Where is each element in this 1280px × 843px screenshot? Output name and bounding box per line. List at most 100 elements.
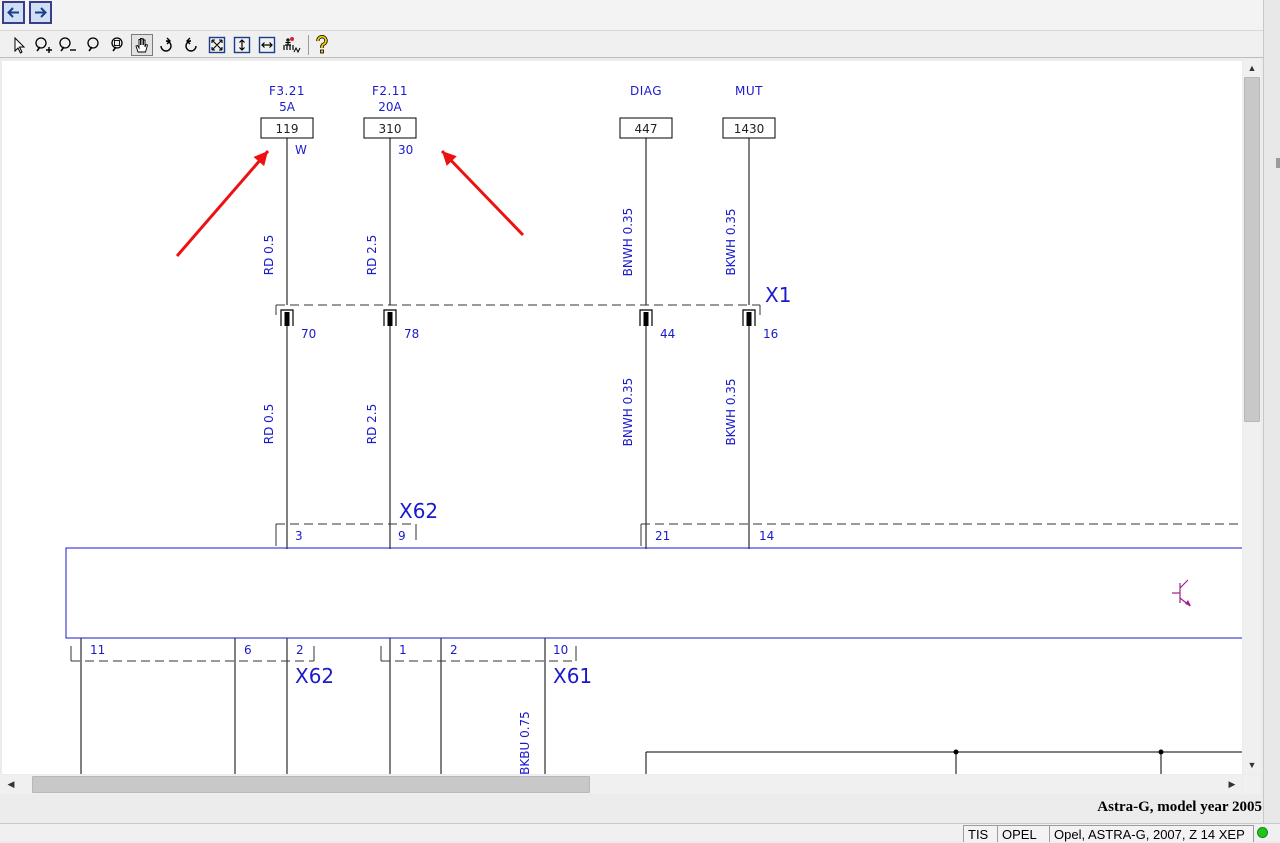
pan-tool-button[interactable]: [131, 34, 153, 56]
pin-number-label: 70: [301, 327, 316, 341]
wire-color-label: BNWH 0.35: [621, 378, 635, 447]
connector-pin: [643, 312, 649, 326]
rotate-right-icon: [181, 35, 201, 55]
wiring-diagram[interactable]: F3.21 5A 119 W F2.11 20A 310 30 DIAG 447 MUT 1430 RD…: [2, 61, 1242, 774]
scroll-left-button[interactable]: ◀: [2, 775, 20, 793]
diagram-viewport: F3.21 5A 119 W F2.11 20A 310 30 DIAG 447 MUT 1430 RD…: [0, 59, 1280, 775]
rotate-left-button[interactable]: [155, 34, 177, 56]
horizontal-scrollbar[interactable]: ◀ ▶: [0, 775, 1242, 794]
back-button[interactable]: [2, 1, 25, 24]
connector-x61-label: X61: [553, 664, 592, 688]
fit-page-icon: [208, 36, 226, 54]
scroll-up-button[interactable]: ▲: [1243, 59, 1261, 77]
status-brand: OPEL: [997, 825, 1050, 842]
triangle-left-icon: ◀: [7, 778, 15, 789]
hand-icon: [133, 36, 151, 54]
magnifier-icon: [83, 35, 103, 55]
fuse-name-label: MUT: [735, 84, 763, 98]
wire-color-label: RD 2.5: [365, 404, 379, 444]
pin-number-label: 44: [660, 327, 675, 341]
horizontal-scroll-thumb[interactable]: [32, 776, 590, 793]
fuse-rating-label: 5A: [279, 100, 296, 114]
control-unit-box: [65, 547, 1242, 639]
fit-width-button[interactable]: [256, 34, 278, 56]
zoom-in-button[interactable]: [32, 34, 54, 56]
toolbar: [0, 30, 1264, 58]
side-panel-edge: [1263, 0, 1280, 841]
zoom-in-icon: [33, 35, 53, 55]
pin-number-label: 21: [655, 529, 670, 543]
scroll-right-button[interactable]: ▶: [1223, 775, 1241, 793]
pin-number-label: 10: [553, 643, 568, 657]
wire-junction-dot: [953, 749, 959, 755]
navigation-bar: [0, 0, 1280, 30]
toolbar-separator: [308, 35, 309, 55]
forward-button[interactable]: [29, 1, 52, 24]
status-indicator-icon: [1257, 827, 1268, 838]
rotate-left-icon: [156, 35, 176, 55]
component-info-button[interactable]: [281, 34, 303, 56]
fuse-name-label: F2.11: [372, 84, 408, 98]
pin-label: W: [295, 143, 307, 157]
wire-color-label: BKBU 0.75: [518, 711, 532, 774]
pin-number-label: 78: [404, 327, 419, 341]
pin-number-label: 1: [399, 643, 407, 657]
zoom-out-icon: [57, 35, 77, 55]
vertical-scroll-thumb[interactable]: [1244, 77, 1260, 422]
component-info-icon: [282, 35, 302, 55]
fit-width-icon: [258, 36, 276, 54]
circuit-number-label: 119: [276, 122, 299, 136]
connector-x62-label: X62: [399, 499, 438, 523]
transistor-symbol-stroke: [1179, 579, 1189, 589]
connector-pin: [387, 312, 393, 326]
fuse-rating-label: 20A: [378, 100, 402, 114]
help-button[interactable]: [311, 34, 333, 56]
pin-number-label: 2: [450, 643, 458, 657]
fit-height-button[interactable]: [231, 34, 253, 56]
wire-color-label: RD 0.5: [262, 404, 276, 444]
pin-number-label: 14: [759, 529, 774, 543]
connector-x1-label: X1: [765, 283, 791, 307]
vertical-scrollbar[interactable]: ▲ ▼: [1243, 59, 1261, 774]
pin-label: 30: [398, 143, 413, 157]
zoom-out-button[interactable]: [56, 34, 78, 56]
connector-pin: [284, 312, 290, 326]
scrollbar-corner: [1243, 775, 1261, 794]
wire-color-label: BKWH 0.35: [724, 378, 738, 445]
pin-number-label: 9: [398, 529, 406, 543]
status-bar: TIS OPEL Opel, ASTRA-G, 2007, Z 14 XEP: [0, 823, 1280, 842]
annotation-arrow: [175, 150, 270, 257]
triangle-down-icon: ▼: [1247, 760, 1257, 770]
triangle-up-icon: ▲: [1247, 63, 1257, 73]
splitter-grip: [1276, 158, 1280, 168]
circuit-number-label: 310: [379, 122, 402, 136]
zoom-button[interactable]: [82, 34, 104, 56]
connector-x62-bottom-label: X62: [295, 664, 334, 688]
wire-color-label: RD 2.5: [365, 235, 379, 275]
zoom-window-button[interactable]: [106, 34, 128, 56]
help-icon: [313, 35, 331, 55]
triangle-right-icon: ▶: [1228, 778, 1236, 789]
rotate-right-button[interactable]: [180, 34, 202, 56]
scroll-down-button[interactable]: ▼: [1243, 756, 1261, 774]
select-tool-button[interactable]: [8, 34, 30, 56]
pin-number-label: 3: [295, 529, 303, 543]
pin-number-label: 6: [244, 643, 252, 657]
pin-number-label: 16: [763, 327, 778, 341]
wiring-diagram-svg: F3.215A119WF2.1120A31030DIAG447MUT1430RD…: [65, 84, 1242, 774]
wire-color-label: RD 0.5: [262, 235, 276, 275]
circuit-number-label: 447: [635, 122, 658, 136]
fit-page-button[interactable]: [206, 34, 228, 56]
fuse-name-label: F3.21: [269, 84, 305, 98]
status-vehicle: Opel, ASTRA-G, 2007, Z 14 XEP: [1049, 825, 1254, 842]
zoom-window-icon: [107, 35, 127, 55]
diagram-caption: Astra-G, model year 2005: [1097, 799, 1262, 815]
fuse-name-label: DIAG: [630, 84, 662, 98]
annotation-arrow: [440, 149, 525, 237]
pin-number-label: 11: [90, 643, 105, 657]
connector-pin: [746, 312, 752, 326]
fit-height-icon: [233, 36, 251, 54]
wire-color-label: BNWH 0.35: [621, 208, 635, 277]
status-app: TIS: [963, 825, 998, 842]
cursor-arrow-icon: [11, 36, 27, 54]
